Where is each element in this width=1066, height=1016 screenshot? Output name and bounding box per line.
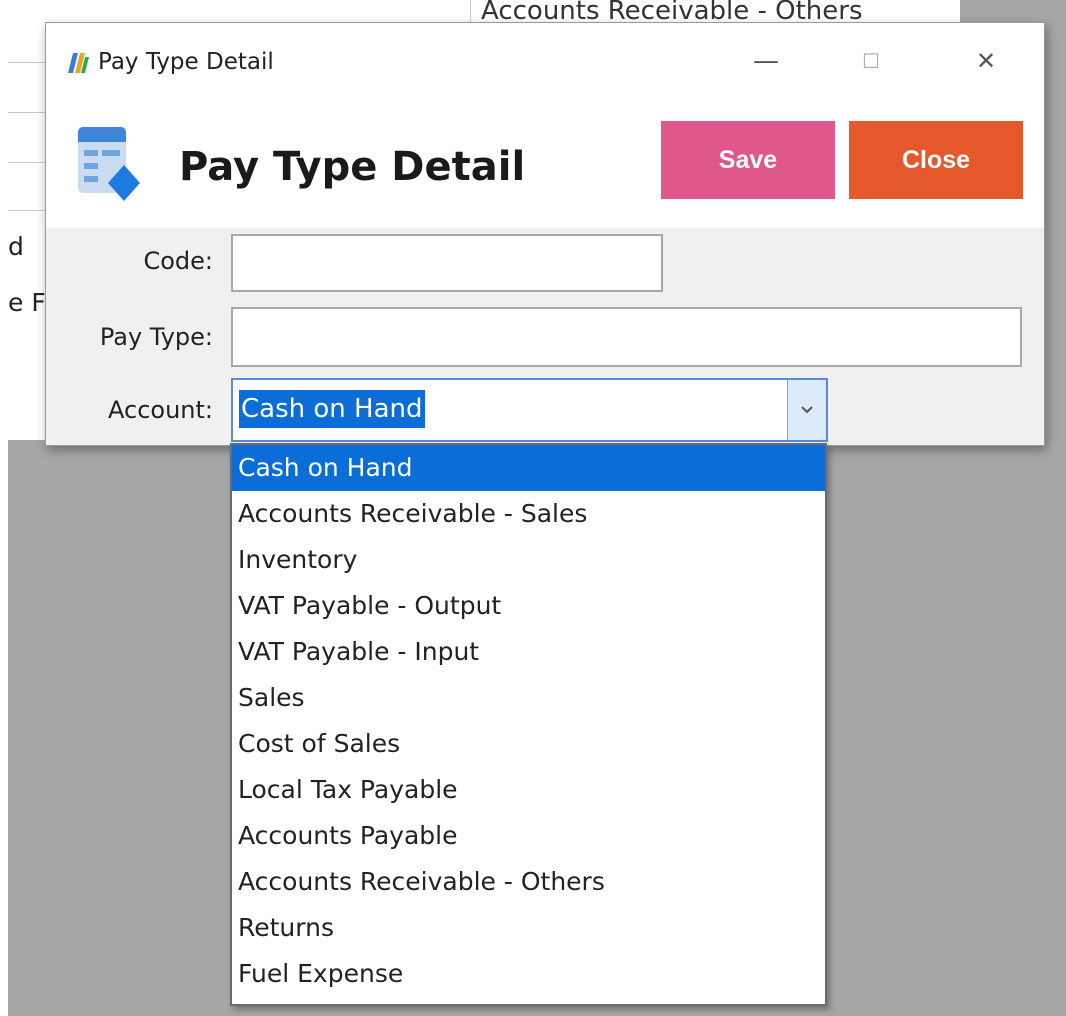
account-select[interactable]: Cash on Hand (231, 378, 828, 442)
chevron-down-icon (801, 406, 813, 414)
app-logo-icon (68, 53, 89, 73)
background-text-fragment: e F (8, 288, 46, 317)
close-icon: ✕ (975, 47, 997, 75)
background-grid-cell: Accounts Receivable - Others (470, 0, 961, 24)
background-grid-line (8, 62, 48, 63)
account-label: Account: (108, 396, 213, 424)
account-dropdown-list: Cash on Hand Accounts Receivable - Sales… (230, 443, 827, 1006)
background-grid-line (8, 210, 48, 211)
dropdown-item[interactable]: VAT Payable - Input (232, 629, 825, 675)
dialog-header: Pay Type Detail Save Close (46, 103, 1044, 228)
account-selected-value: Cash on Hand (239, 390, 425, 428)
table-edit-icon (78, 127, 140, 201)
dropdown-item[interactable]: Accounts Receivable - Others (232, 859, 825, 905)
code-label: Code: (143, 247, 213, 275)
dropdown-item[interactable]: Fuel Expense (232, 951, 825, 997)
dropdown-item[interactable]: Sales (232, 675, 825, 721)
dropdown-item[interactable]: Returns (232, 905, 825, 951)
dropdown-item[interactable]: Accounts Payable (232, 813, 825, 859)
dropdown-item[interactable]: Cash on Hand (232, 445, 825, 491)
save-button[interactable]: Save (661, 121, 835, 199)
maximize-button[interactable]: ☐ (841, 37, 901, 85)
dropdown-item[interactable]: Accounts Receivable - Sales (232, 491, 825, 537)
close-button[interactable]: Close (849, 121, 1023, 199)
window-title: Pay Type Detail (98, 49, 274, 75)
background-grid-line (8, 112, 48, 113)
background-grid-line (8, 162, 48, 163)
maximize-icon: ☐ (862, 49, 880, 73)
detail-form: Code: Pay Type: Account: Cash on Hand (46, 228, 1044, 445)
background-text-fragment: d (8, 232, 24, 261)
account-dropdown-toggle[interactable] (787, 380, 826, 440)
dropdown-item[interactable]: Cost of Sales (232, 721, 825, 767)
minimize-button[interactable]: — (736, 37, 796, 85)
background-cell-text: Accounts Receivable - Others (481, 0, 863, 24)
minimize-icon: — (753, 46, 779, 76)
code-field[interactable] (231, 234, 663, 292)
dropdown-item[interactable]: Local Tax Payable (232, 767, 825, 813)
page-title: Pay Type Detail (179, 144, 526, 190)
pay-type-dialog: Pay Type Detail — ☐ ✕ Pay Type Detail Sa… (45, 22, 1045, 446)
window-close-button[interactable]: ✕ (956, 37, 1016, 85)
pay-type-field[interactable] (231, 307, 1022, 367)
title-bar[interactable]: Pay Type Detail — ☐ ✕ (46, 23, 1044, 103)
dropdown-item[interactable]: Inventory (232, 537, 825, 583)
dropdown-item[interactable]: VAT Payable - Output (232, 583, 825, 629)
pay-type-label: Pay Type: (99, 323, 213, 351)
